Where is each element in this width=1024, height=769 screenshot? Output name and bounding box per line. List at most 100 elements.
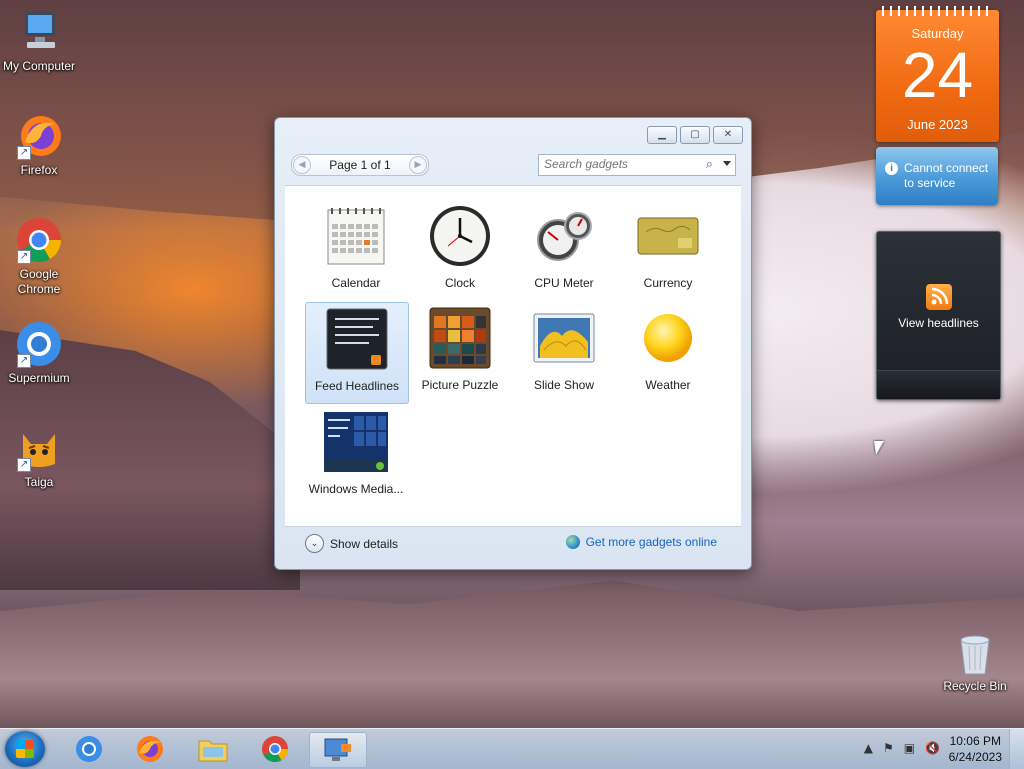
taiga-icon: ↗ [15,424,63,472]
close-button[interactable]: ✕ [713,126,743,144]
feed-headlines-gadget-icon [325,307,389,371]
gadget-tile-weather[interactable]: Weather [617,302,719,402]
shortcut-arrow-icon: ↗ [17,354,31,368]
desktop-icon-label: Supermium [8,371,70,385]
gadget-tile-label: Feed Headlines [314,379,400,393]
page-navigator: ◀ Page 1 of 1 ▶ [291,154,429,176]
shortcut-arrow-icon: ↗ [17,250,31,264]
restore-button[interactable]: ▢ [680,126,710,144]
supermium-icon [76,736,102,762]
show-hidden-icons-icon[interactable]: ▲ [864,741,873,755]
desktop-icon-label: Taiga [24,475,54,489]
slide-show-gadget-icon [532,306,596,370]
desktop-icon-label: Google Chrome [17,267,61,296]
gadget-tile-label: Picture Puzzle [421,378,499,392]
gadget-tile-calendar[interactable]: Calendar [305,200,407,300]
desktop-icon-label: Firefox [20,163,58,177]
search-input[interactable] [539,155,694,173]
desktop-icon-recycle-bin[interactable]: Recycle Bin [936,632,1014,694]
calendar-date-number: 24 [901,39,974,111]
gadget-gallery-window: ▁ ▢ ✕ ◀ Page 1 of 1 ▶ ⌕ [274,117,752,570]
gadget-tile-windows-media-center[interactable]: Windows Media... [305,406,407,506]
chrome-icon: ↗ [15,216,63,264]
window-controls: ▁ ▢ ✕ [647,126,743,144]
gadget-tile-picture-puzzle[interactable]: Picture Puzzle [409,302,511,402]
gadget-grid: Calendar Clock CPU Meter Currency Feed H… [285,185,741,526]
computer-icon [15,8,63,56]
shortcut-arrow-icon: ↗ [17,458,31,472]
gadget-tile-label: Clock [444,276,475,290]
globe-icon [565,535,580,549]
clock-gadget-icon [428,204,492,268]
chrome-icon [262,736,289,763]
clock-date: 6/24/2023 [948,750,1002,764]
start-button[interactable] [5,731,45,767]
recycle-bin-icon [955,632,995,676]
previous-page-button[interactable]: ◀ [293,156,311,174]
desktop-icon-my-computer[interactable]: My Computer [0,8,78,74]
windows-media-center-gadget-icon [324,410,388,474]
get-more-gadgets-label: Get more gadgets online [585,535,717,549]
gadget-tile-cpu-meter[interactable]: CPU Meter [513,200,615,300]
windows-logo-icon [16,740,34,758]
feed-gadget-footer [877,370,1000,399]
desktop-icon-google-chrome[interactable]: ↗ Google Chrome [0,216,78,297]
chevron-down-icon: ⌄ [305,534,324,553]
taskbar-google-chrome[interactable] [252,732,298,766]
picture-puzzle-gadget-icon [428,306,492,370]
gadget-tile-clock[interactable]: Clock [409,200,511,300]
gadget-tile-label: Currency [643,276,693,290]
supermium-icon: ↗ [15,320,63,368]
gadget-tile-label: Calendar [331,276,381,290]
taskbar-windows-explorer[interactable] [190,732,236,766]
get-more-gadgets-link[interactable]: Get more gadgets online [565,535,717,549]
gadget-tile-label: Slide Show [533,378,595,392]
magnifier-icon[interactable]: ⌕ [706,157,713,172]
feed-headlines-gadget[interactable]: View headlines [876,231,1001,400]
calendar-month-year: June 2023 [907,117,968,132]
calendar-gadget-icon [324,204,388,268]
rss-icon [925,284,952,310]
info-icon: i [885,162,898,175]
search-box: ⌕ [538,154,736,176]
next-page-button[interactable]: ▶ [408,156,427,174]
mouse-pointer-icon [874,441,886,455]
show-details-toggle[interactable]: ⌄ Show details [305,534,398,553]
firefox-icon [137,736,163,762]
desktop-icon-label: My Computer [2,59,76,73]
taskbar: ▲ ⚑ ▣ 🔇 10:06 PM 6/24/2023 [0,728,1024,769]
weather-message: Cannot connect to service [904,161,989,190]
view-headlines-link[interactable]: View headlines [877,316,1000,330]
taskbar-clock[interactable]: 10:06 PM 6/24/2023 [949,733,1002,765]
firefox-icon: ↗ [15,112,63,160]
desktop-icon-firefox[interactable]: ↗ Firefox [0,112,78,178]
desktop-icon-supermium[interactable]: ↗ Supermium [0,320,78,386]
shortcut-arrow-icon: ↗ [17,146,31,160]
gadget-tile-label: Weather [645,378,691,392]
page-indicator: Page 1 of 1 [329,158,391,172]
gadget-tile-feed-headlines[interactable]: Feed Headlines [305,302,409,404]
calendar-gadget[interactable]: Saturday 24 June 2023 [876,6,999,142]
weather-sun-gadget-icon [636,306,700,370]
close-icon: ✕ [723,129,733,140]
taskbar-firefox[interactable] [127,732,173,766]
weather-gadget[interactable]: i Cannot connect to service [876,147,998,205]
minimize-button[interactable]: ▁ [647,126,677,144]
folder-icon [198,740,228,762]
restore-icon: ▢ [690,129,700,140]
taskbar-supermium[interactable] [66,732,112,766]
gadget-tile-slide-show[interactable]: Slide Show [513,302,615,402]
taskbar-gadget-gallery[interactable] [309,732,367,768]
search-dropdown-arrow-icon[interactable] [723,161,731,166]
show-desktop-button[interactable] [1009,729,1024,769]
minimize-icon: ▁ [658,129,666,140]
action-center-flag-icon[interactable]: ⚑ [883,741,894,755]
desktop-icon-taiga[interactable]: ↗ Taiga [0,424,78,490]
gadget-tile-currency[interactable]: Currency [617,200,719,300]
cpu-meter-gadget-icon [532,204,596,268]
footer-divider [285,526,741,527]
currency-gadget-icon [636,204,700,268]
network-icon[interactable]: ▣ [904,741,915,755]
calendar-rings [882,6,993,16]
volume-muted-icon[interactable]: 🔇 [925,741,940,755]
